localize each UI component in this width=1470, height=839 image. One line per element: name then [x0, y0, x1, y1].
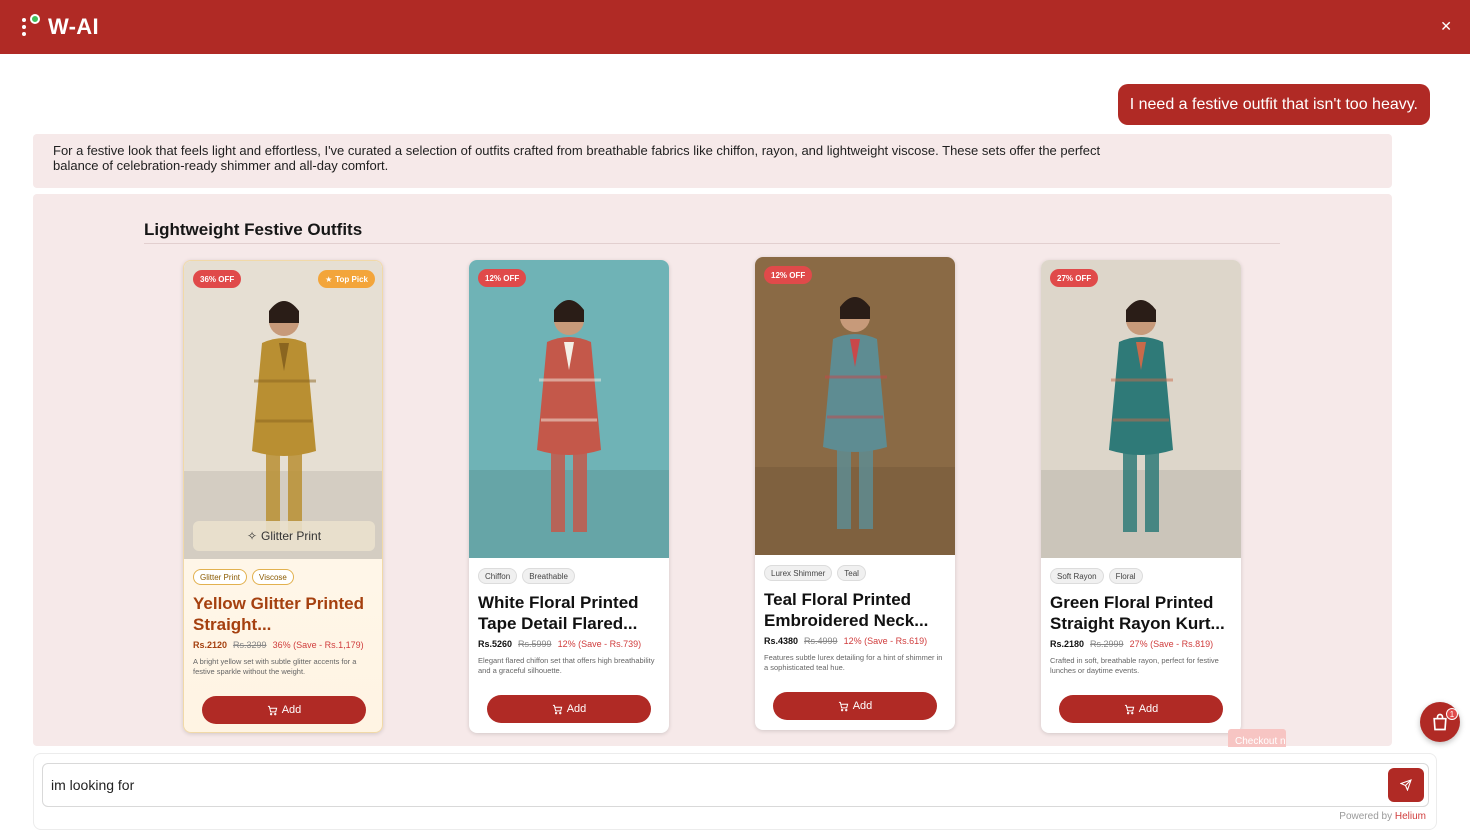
cart-icon: [552, 704, 562, 714]
close-icon[interactable]: ✕: [1440, 19, 1452, 33]
product-name[interactable]: White Floral Printed Tape Detail Flared.…: [478, 592, 662, 634]
product-prices: Rs.4380 Rs.4999 12% (Save - Rs.619): [764, 636, 927, 646]
send-icon: [1400, 779, 1412, 791]
product-prices: Rs.2180 Rs.2999 27% (Save - Rs.819): [1050, 639, 1213, 649]
product-mrp: Rs.4999: [804, 636, 838, 646]
product-tag: Breathable: [522, 568, 575, 584]
product-tags: Soft Rayon Floral: [1050, 568, 1143, 584]
product-tag: Teal: [837, 565, 866, 581]
add-to-cart-button[interactable]: Add: [487, 695, 651, 723]
checkout-button[interactable]: Checkout n: [1228, 729, 1286, 747]
cart-icon: [1124, 704, 1134, 714]
discount-badge: 36% OFF: [193, 270, 242, 288]
product-card[interactable]: 12% OFF Chiffon Breathable White Floral P…: [469, 260, 669, 733]
product-mrp: Rs.2999: [1090, 639, 1124, 649]
product-description: A bright yellow set with subtle glitter …: [193, 657, 357, 676]
send-button[interactable]: [1388, 768, 1424, 802]
product-price: Rs.2120: [193, 640, 228, 650]
product-discount: 36% (Save - Rs.1,179): [272, 640, 364, 650]
product-price: Rs.5260: [478, 639, 513, 649]
product-image[interactable]: 27% OFF: [1041, 260, 1241, 558]
add-button-label: Add: [281, 704, 302, 716]
product-discount: 27% (Save - Rs.819): [1129, 639, 1214, 649]
product-card[interactable]: 27% OFF Soft Rayon Floral Green Floral Pr…: [1041, 260, 1241, 733]
product-price: Rs.4380: [764, 636, 799, 646]
product-tag: Soft Rayon: [1050, 568, 1104, 584]
product-card[interactable]: 12% OFF Lurex Shimmer Teal Teal Floral Pr…: [755, 257, 955, 730]
cart-count-badge: 1: [1446, 708, 1458, 720]
add-to-cart-button[interactable]: Add: [773, 692, 937, 720]
cart-icon: [267, 705, 277, 715]
collection-title: Lightweight Festive Outfits: [144, 220, 363, 239]
product-description: Features subtle lurex detailing for a hi…: [764, 653, 943, 672]
product-image[interactable]: 12% OFF: [755, 257, 955, 555]
product-name[interactable]: Yellow Glitter Printed Straight...: [193, 593, 377, 635]
product-image[interactable]: 36% OFF ★ Top Pick ✧ Glitter Print: [184, 261, 382, 559]
add-button-label: Add: [852, 700, 873, 712]
product-tag: Viscose: [252, 569, 294, 585]
product-name[interactable]: Teal Floral Printed Embroidered Neck...: [764, 589, 948, 631]
product-discount: 12% (Save - Rs.739): [557, 639, 642, 649]
top-pick-label: Top Pick: [335, 274, 368, 284]
add-button-label: Add: [1138, 703, 1159, 715]
sparkle-icon: ✧: [246, 529, 258, 543]
discount-badge: 27% OFF: [1050, 269, 1099, 287]
message-input-box: [42, 763, 1429, 807]
product-image[interactable]: 12% OFF: [469, 260, 669, 558]
product-tag: Chiffon: [478, 568, 518, 584]
product-prices: Rs.2120 Rs.3299 36% (Save - Rs.1,179): [193, 640, 364, 650]
app-logo: W-AI: [18, 12, 108, 42]
product-tag: Floral: [1108, 568, 1143, 584]
top-pick-badge: ★ Top Pick: [318, 270, 375, 288]
product-description: Elegant flared chiffon set that offers h…: [478, 656, 655, 675]
product-discount: 12% (Save - Rs.619): [843, 636, 928, 646]
add-to-cart-button[interactable]: Add: [202, 696, 366, 724]
add-button-label: Add: [566, 703, 587, 715]
feature-chip: ✧ Glitter Print: [193, 521, 375, 551]
discount-badge: 12% OFF: [478, 269, 527, 287]
assistant-message: For a festive look that feels light and …: [33, 134, 1392, 188]
message-input[interactable]: [51, 764, 1381, 806]
add-to-cart-button[interactable]: Add: [1059, 695, 1223, 723]
logo-mark-icon: [18, 12, 42, 42]
product-prices: Rs.5260 Rs.5999 12% (Save - Rs.739): [478, 639, 641, 649]
product-tag: Glitter Print: [193, 569, 248, 585]
product-tags: Chiffon Breathable: [478, 568, 575, 584]
star-icon: ★: [325, 274, 333, 284]
product-tag: Lurex Shimmer: [764, 565, 833, 581]
product-name[interactable]: Green Floral Printed Straight Rayon Kurt…: [1050, 592, 1234, 634]
discount-badge: 12% OFF: [764, 266, 813, 284]
assistant-message-text: For a festive look that feels light and …: [53, 143, 1101, 173]
divider: [144, 243, 1280, 244]
product-description: Crafted in soft, breathable rayon, perfe…: [1050, 656, 1219, 675]
cart-button[interactable]: 1: [1420, 702, 1460, 742]
product-tags: Glitter Print Viscose: [193, 569, 294, 585]
product-card[interactable]: 36% OFF ★ Top Pick ✧ Glitter Print Glitter…: [183, 260, 383, 733]
powered-by-brand[interactable]: Helium: [1395, 811, 1426, 822]
cart-icon: [838, 701, 848, 711]
app-header: W-AI ✕: [0, 0, 1470, 54]
product-tags: Lurex Shimmer Teal: [764, 565, 866, 581]
product-mrp: Rs.5999: [518, 639, 552, 649]
powered-by: Powered by Helium: [1339, 811, 1426, 822]
logo-text: W-AI: [48, 14, 99, 39]
product-mrp: Rs.3299: [233, 640, 267, 650]
user-message: I need a festive outfit that isn't too h…: [1117, 84, 1430, 125]
powered-by-prefix: Powered by: [1339, 811, 1393, 822]
product-price: Rs.2180: [1050, 639, 1085, 649]
feature-chip-label: Glitter Print: [261, 529, 322, 543]
composer: Powered by Helium: [33, 753, 1437, 830]
